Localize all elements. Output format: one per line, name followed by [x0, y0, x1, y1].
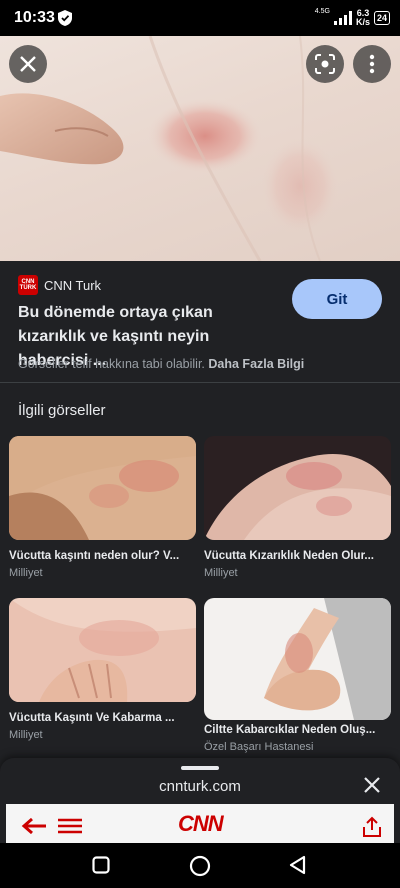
- close-button[interactable]: [9, 45, 47, 83]
- related-image[interactable]: [204, 598, 391, 720]
- speed-unit: K/s: [355, 17, 370, 27]
- status-time: 10:33: [14, 9, 55, 26]
- signal-icon: [333, 11, 352, 25]
- related-title: Vücutta Kaşıntı Ve Kabarma ...: [9, 712, 175, 724]
- shield-icon: [58, 10, 72, 26]
- more-vert-icon: [369, 54, 375, 74]
- webpage-preview[interactable]: CNN: [6, 804, 394, 843]
- related-card[interactable]: Ciltte Kabarcıklar Neden Oluş... Özel Ba…: [204, 598, 391, 753]
- related-images-title: İlgili görseller: [18, 402, 106, 419]
- menu-icon: [58, 818, 82, 834]
- related-title: Vücutta kaşıntı neden olur? V...: [9, 550, 180, 562]
- home-icon[interactable]: [189, 855, 211, 877]
- close-icon: [20, 56, 36, 72]
- lens-icon: [315, 54, 335, 74]
- network-speed: 6.3 K/s: [356, 9, 370, 27]
- status-bar: 10:33 4.5G 6.3 K/s 24: [0, 0, 400, 36]
- source-preview-sheet[interactable]: cnnturk.com CNN: [0, 758, 400, 843]
- back-arrow-icon: [21, 818, 46, 834]
- status-indicators: 4.5G 6.3 K/s 24: [315, 8, 390, 28]
- source-name[interactable]: CNN Turk: [44, 278, 101, 293]
- more-options-button[interactable]: [353, 45, 391, 83]
- share-icon: [363, 816, 381, 837]
- visit-button[interactable]: Git: [292, 279, 382, 319]
- copyright-notice: Görseller telif hakkına tabi olabilir. D…: [18, 357, 304, 371]
- close-icon[interactable]: [362, 775, 382, 795]
- related-source: Milliyet: [9, 567, 43, 579]
- source-logo: CNN TÜRK: [18, 275, 38, 295]
- source-logo-text: CNN TÜRK: [19, 279, 37, 291]
- lens-button[interactable]: [306, 45, 344, 83]
- related-title: Vücutta Kızarıklık Neden Olur...: [204, 550, 374, 562]
- related-card[interactable]: Vücutta kaşıntı neden olur? V... Milliye…: [9, 436, 196, 579]
- system-nav-bar: [0, 843, 400, 888]
- divider: [0, 382, 400, 383]
- more-info-link[interactable]: Daha Fazla Bilgi: [208, 357, 304, 371]
- sheet-drag-handle[interactable]: [181, 766, 219, 770]
- battery-level: 24: [376, 13, 387, 23]
- back-icon[interactable]: [288, 855, 306, 875]
- recents-icon[interactable]: [92, 856, 110, 874]
- related-source: Milliyet: [9, 729, 43, 741]
- sheet-domain: cnnturk.com: [159, 778, 241, 795]
- related-card[interactable]: Vücutta Kızarıklık Neden Olur... Milliye…: [204, 436, 391, 579]
- related-source: Özel Başarı Hastanesi: [204, 741, 314, 753]
- hero-image[interactable]: [0, 36, 400, 261]
- related-source: Milliyet: [204, 567, 238, 579]
- battery-icon: 24: [373, 11, 390, 25]
- related-image[interactable]: [9, 436, 196, 540]
- related-card[interactable]: Vücutta Kaşıntı Ve Kabarma ... Milliyet: [9, 598, 196, 741]
- copyright-text: Görseller telif hakkına tabi olabilir.: [18, 357, 205, 371]
- related-title: Ciltte Kabarcıklar Neden Oluş...: [204, 724, 376, 736]
- preview-logo: CNN: [178, 811, 224, 836]
- network-type: 4.5G: [314, 8, 330, 15]
- related-image[interactable]: [204, 436, 391, 540]
- related-image[interactable]: [9, 598, 196, 702]
